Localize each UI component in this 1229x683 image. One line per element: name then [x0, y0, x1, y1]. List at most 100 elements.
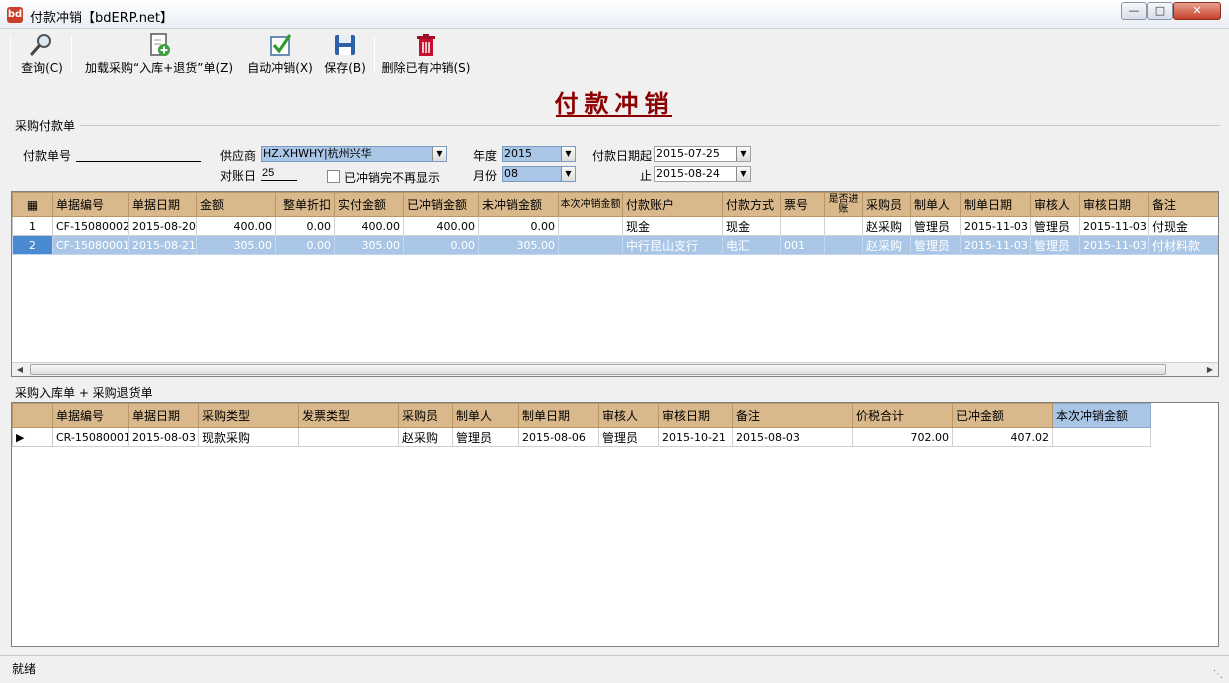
- col-header[interactable]: 采购类型: [198, 403, 299, 428]
- scroll-left-icon[interactable]: ◀: [14, 364, 26, 376]
- col-header[interactable]: 制单日期: [518, 403, 599, 428]
- cell[interactable]: 305.00: [478, 235, 559, 255]
- grid-settings-icon[interactable]: ▦: [12, 192, 53, 217]
- cell[interactable]: 中行昆山支行: [622, 235, 723, 255]
- scrollbar-thumb[interactable]: [30, 364, 1166, 375]
- col-header[interactable]: 审核日期: [658, 403, 733, 428]
- cell[interactable]: 2015-11-03: [960, 216, 1031, 236]
- row-number[interactable]: 2: [12, 235, 53, 255]
- col-header[interactable]: 未冲销金额: [478, 192, 559, 217]
- col-header[interactable]: 备注: [732, 403, 853, 428]
- cell[interactable]: 现金: [622, 216, 723, 236]
- cell[interactable]: [824, 235, 863, 255]
- table-row[interactable]: ▶ CR-15080001 2015-08-03 现款采购 赵采购 管理员 20…: [12, 427, 1151, 447]
- cell[interactable]: 电汇: [722, 235, 781, 255]
- cell[interactable]: CR-15080001: [52, 427, 129, 447]
- cell[interactable]: [558, 235, 623, 255]
- col-header[interactable]: 单据日期: [128, 192, 197, 217]
- col-header[interactable]: 制单日期: [960, 192, 1031, 217]
- recon-day-input[interactable]: [261, 165, 297, 181]
- query-button[interactable]: 查询(C): [18, 32, 66, 75]
- cell[interactable]: 管理员: [1030, 216, 1080, 236]
- chevron-down-icon[interactable]: ▼: [561, 167, 575, 181]
- col-header[interactable]: 单据编号: [52, 403, 129, 428]
- cell[interactable]: [558, 216, 623, 236]
- col-header[interactable]: 金额: [196, 192, 276, 217]
- cell[interactable]: 0.00: [403, 235, 479, 255]
- cell[interactable]: 2015-08-06: [518, 427, 599, 447]
- horizontal-scrollbar[interactable]: ◀ ▶: [12, 362, 1218, 376]
- cell[interactable]: 305.00: [334, 235, 404, 255]
- cell[interactable]: CF-15080001: [52, 235, 129, 255]
- delete-offsets-button[interactable]: 删除已有冲销(S): [380, 32, 472, 75]
- cell[interactable]: 0.00: [478, 216, 559, 236]
- col-header[interactable]: 采购员: [398, 403, 453, 428]
- cell[interactable]: 2015-10-21: [658, 427, 733, 447]
- date-to-picker[interactable]: 2015-08-24 ▼: [654, 166, 751, 182]
- cell[interactable]: 2015-08-03: [732, 427, 853, 447]
- cell[interactable]: 400.00: [196, 216, 276, 236]
- year-select[interactable]: 2015 ▼: [502, 146, 576, 162]
- cell[interactable]: [780, 216, 825, 236]
- cell[interactable]: [298, 427, 399, 447]
- col-header[interactable]: 制单人: [910, 192, 961, 217]
- col-header[interactable]: 采购员: [862, 192, 911, 217]
- col-header[interactable]: 备注: [1148, 192, 1218, 217]
- cell[interactable]: 0.00: [275, 235, 335, 255]
- chevron-down-icon[interactable]: ▼: [432, 147, 446, 161]
- load-purchase-button[interactable]: 加载采购“入库+退货”单(Z): [78, 32, 240, 75]
- cell[interactable]: 2015-11-03: [1079, 235, 1149, 255]
- cell[interactable]: 400.00: [334, 216, 404, 236]
- maximize-button[interactable]: □: [1147, 2, 1173, 20]
- row-number[interactable]: 1: [12, 216, 53, 236]
- scroll-right-icon[interactable]: ▶: [1204, 364, 1216, 376]
- table-row[interactable]: 1 CF-15080002 2015-08-20 400.00 0.00 400…: [12, 216, 1218, 236]
- col-header[interactable]: 付款方式: [722, 192, 781, 217]
- chevron-down-icon[interactable]: ▼: [736, 147, 750, 161]
- cell[interactable]: [824, 216, 863, 236]
- save-button[interactable]: 保存(B): [322, 32, 368, 75]
- col-header[interactable]: 价税合计: [852, 403, 953, 428]
- cell[interactable]: 2015-11-03: [1079, 216, 1149, 236]
- table-row-selected[interactable]: 2 CF-15080001 2015-08-21 305.00 0.00 305…: [12, 235, 1218, 255]
- cell[interactable]: 管理员: [1030, 235, 1080, 255]
- cell[interactable]: 305.00: [196, 235, 276, 255]
- col-header[interactable]: 单据日期: [128, 403, 199, 428]
- col-header[interactable]: 审核人: [598, 403, 659, 428]
- resize-grip-icon[interactable]: ⋱: [1213, 669, 1223, 680]
- cell[interactable]: 2015-08-20: [128, 216, 197, 236]
- col-header[interactable]: 发票类型: [298, 403, 399, 428]
- col-header[interactable]: 本次冲销金额: [558, 192, 623, 217]
- row-pointer-icon[interactable]: ▶: [12, 427, 53, 447]
- col-header[interactable]: 本次冲销金额: [1052, 403, 1151, 428]
- supplier-select[interactable]: HZ.XHWHY|杭州兴华 ▼: [261, 146, 447, 162]
- col-header[interactable]: 审核日期: [1079, 192, 1149, 217]
- col-header[interactable]: 单据编号: [52, 192, 129, 217]
- cell[interactable]: 现款采购: [198, 427, 299, 447]
- col-header[interactable]: 审核人: [1030, 192, 1080, 217]
- col-header[interactable]: 整单折扣: [275, 192, 335, 217]
- col-header[interactable]: 已冲销金额: [403, 192, 479, 217]
- minimize-button[interactable]: —: [1121, 2, 1147, 20]
- chevron-down-icon[interactable]: ▼: [736, 167, 750, 181]
- hide-finished-checkbox[interactable]: [327, 170, 340, 183]
- cell[interactable]: 付现金: [1148, 216, 1218, 236]
- cell[interactable]: [1052, 427, 1151, 447]
- cell[interactable]: 407.02: [952, 427, 1053, 447]
- cell[interactable]: 001: [780, 235, 825, 255]
- cell[interactable]: 付材料款: [1148, 235, 1218, 255]
- col-header[interactable]: 付款账户: [622, 192, 723, 217]
- chevron-down-icon[interactable]: ▼: [561, 147, 575, 161]
- cell[interactable]: 管理员: [598, 427, 659, 447]
- cell[interactable]: 管理员: [910, 216, 961, 236]
- date-from-picker[interactable]: 2015-07-25 ▼: [654, 146, 751, 162]
- cell[interactable]: 现金: [722, 216, 781, 236]
- cell[interactable]: 赵采购: [862, 235, 911, 255]
- cell[interactable]: 400.00: [403, 216, 479, 236]
- col-header[interactable]: 是否进账: [824, 192, 863, 217]
- auto-offset-button[interactable]: 自动冲销(X): [246, 32, 314, 75]
- cell[interactable]: 2015-08-03: [128, 427, 199, 447]
- close-button[interactable]: ✕: [1173, 2, 1221, 20]
- cell[interactable]: 702.00: [852, 427, 953, 447]
- month-select[interactable]: 08 ▼: [502, 166, 576, 182]
